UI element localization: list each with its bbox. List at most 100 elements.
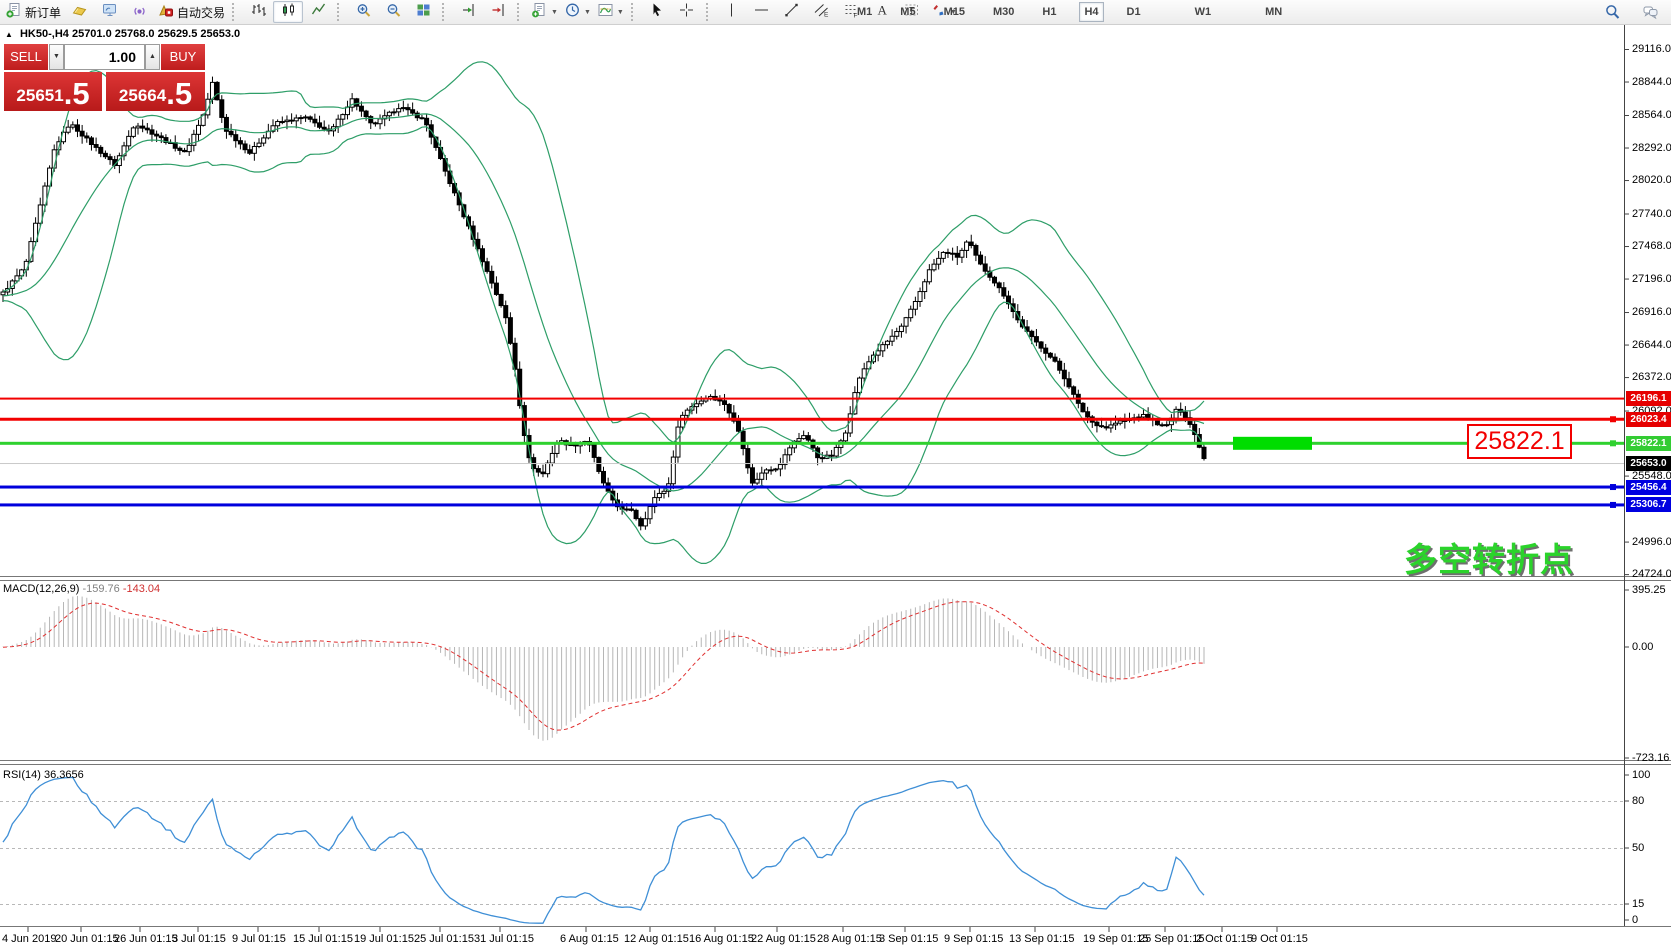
templates-dropdown-arrow[interactable]: ▼ (551, 9, 558, 16)
sell-price[interactable]: 25651.5 (4, 72, 102, 111)
timeframe-w1[interactable]: W1 (1190, 2, 1217, 22)
volume-input[interactable] (64, 44, 145, 70)
equidistant-channel-icon: E (813, 2, 830, 23)
candlestick-chart-icon (280, 2, 297, 23)
timeframe-d1[interactable]: D1 (1122, 2, 1146, 22)
price-tick-label: 26372.0 (1632, 371, 1671, 383)
volume-decrease-button[interactable]: ▼ (49, 44, 64, 70)
indicators-icon (597, 2, 614, 23)
new-order-label: 新订单 (25, 4, 61, 21)
toolbar-separator (631, 3, 638, 21)
time-tick-label: 28 Aug 01:15 (817, 933, 882, 945)
price-tick-label: 28844.0 (1632, 76, 1671, 88)
indicators-dropdown-arrow[interactable]: ▼ (617, 9, 624, 16)
cursor-button[interactable] (642, 1, 672, 23)
price-level-badge: 25456.4 (1626, 480, 1671, 495)
periods-button[interactable]: ▼ (561, 1, 594, 23)
equidistant-channel-button[interactable]: E (807, 1, 837, 23)
chart-annotation-text: 多空转折点 (1404, 533, 1574, 581)
time-tick-label: 9 Jul 01:15 (232, 933, 286, 945)
timeframe-buttons: M1 M5 M15 M30 H1 H4 D1 W1 MN (852, 1, 1331, 23)
rsi-tick-label: 0 (1632, 914, 1638, 926)
tile-windows-button[interactable] (408, 1, 438, 23)
chat-button[interactable] (1635, 1, 1665, 23)
zoom-out-icon (385, 2, 402, 23)
volume-increase-button[interactable]: ▲ (145, 44, 160, 70)
auto-trading-button[interactable]: 自动交易 (154, 1, 228, 23)
horizontal-level-lines[interactable] (0, 398, 1624, 508)
new-order-button[interactable]: 新订单 (2, 1, 64, 23)
auto-scroll-button[interactable] (453, 1, 483, 23)
price-tick-label: 28292.0 (1632, 142, 1671, 154)
time-tick-label: 16 Aug 01:15 (689, 933, 754, 945)
trend-line-button[interactable] (777, 1, 807, 23)
chart-canvas[interactable] (0, 0, 1671, 948)
indicators-button[interactable]: ▼ (594, 1, 627, 23)
price-tick-label: 27468.0 (1632, 240, 1671, 252)
rsi-value: 36.3656 (44, 769, 84, 781)
periods-icon (564, 2, 581, 23)
timeframe-mn[interactable]: MN (1260, 2, 1287, 22)
time-tick-label: 12 Aug 01:15 (624, 933, 689, 945)
price-level-badge: 25306.7 (1626, 497, 1671, 512)
toolbar-separator (337, 3, 344, 21)
sell-button[interactable]: SELL (4, 44, 48, 70)
price-tick-label: 27196.0 (1632, 273, 1671, 285)
cursor-icon (648, 2, 665, 23)
timeframe-h4[interactable]: H4 (1079, 2, 1103, 22)
pivot-price-label[interactable]: 25822.1 (1467, 424, 1572, 459)
time-tick-label: 25 Sep 01:15 (1139, 933, 1204, 945)
new-order-icon (5, 2, 22, 23)
rsi-line (0, 777, 1624, 923)
market-watch-button[interactable] (94, 1, 124, 23)
new-chart-button[interactable] (64, 1, 94, 23)
zoom-in-icon (355, 2, 372, 23)
crosshair-button[interactable] (672, 1, 702, 23)
candles-layer[interactable] (1, 77, 1206, 531)
templates-button[interactable]: ▼ (528, 1, 561, 23)
trend-line-icon (783, 2, 800, 23)
market-watch-icon (101, 2, 118, 23)
vertical-line-button[interactable] (717, 1, 747, 23)
toolbar-separator (232, 3, 239, 21)
line-chart-button[interactable] (303, 1, 333, 23)
toolbar-buttons: 新订单自动交易▼▼▼EFAT▼ (0, 1, 960, 23)
macd-tick-label: 0.00 (1632, 641, 1653, 653)
timeframe-m5[interactable]: M5 (895, 2, 920, 22)
time-tick-label: 31 Jul 01:15 (474, 933, 534, 945)
horizontal-line-button[interactable] (747, 1, 777, 23)
toolbar-right-icons (1597, 1, 1665, 23)
symbol-ohlc-values: 25701.0 25768.0 25629.5 25653.0 (72, 28, 240, 40)
buy-price[interactable]: 25664.5 (106, 72, 205, 111)
symbol-period-title: HK50-,H4 (20, 28, 69, 40)
timeframe-m30[interactable]: M30 (988, 2, 1019, 22)
vertical-line-icon (723, 2, 740, 23)
buy-button[interactable]: BUY (161, 44, 205, 70)
chart-shift-button[interactable] (483, 1, 513, 23)
zoom-in-button[interactable] (348, 1, 378, 23)
chart-shift-icon (490, 2, 507, 23)
time-tick-label: 9 Oct 01:15 (1251, 933, 1308, 945)
horizontal-line-icon (753, 2, 770, 23)
time-tick-label: 15 Jul 01:15 (293, 933, 353, 945)
toolbar-separator (517, 3, 524, 21)
tile-windows-icon (415, 2, 432, 23)
timeframe-h1[interactable]: H1 (1037, 2, 1061, 22)
periods-dropdown-arrow[interactable]: ▼ (584, 9, 591, 16)
time-tick-label: 9 Sep 01:15 (944, 933, 1003, 945)
collapse-icon[interactable]: ▲ (5, 30, 13, 39)
timeframe-m1[interactable]: M1 (852, 2, 877, 22)
candlestick-chart-button[interactable] (273, 1, 303, 23)
zoom-out-button[interactable] (378, 1, 408, 23)
search-button[interactable] (1597, 1, 1627, 23)
signals-button[interactable] (124, 1, 154, 23)
templates-icon (531, 2, 548, 23)
toolbar-separator (442, 3, 449, 21)
time-tick-label: 3 Jul 01:15 (172, 933, 226, 945)
crosshair-icon (678, 2, 695, 23)
timeframe-m15[interactable]: M15 (939, 2, 970, 22)
toolbar-separator (706, 3, 713, 21)
time-tick-label: 4 Jun 2019 (2, 933, 56, 945)
bar-chart-button[interactable] (243, 1, 273, 23)
price-tick-label: 28564.0 (1632, 109, 1671, 121)
